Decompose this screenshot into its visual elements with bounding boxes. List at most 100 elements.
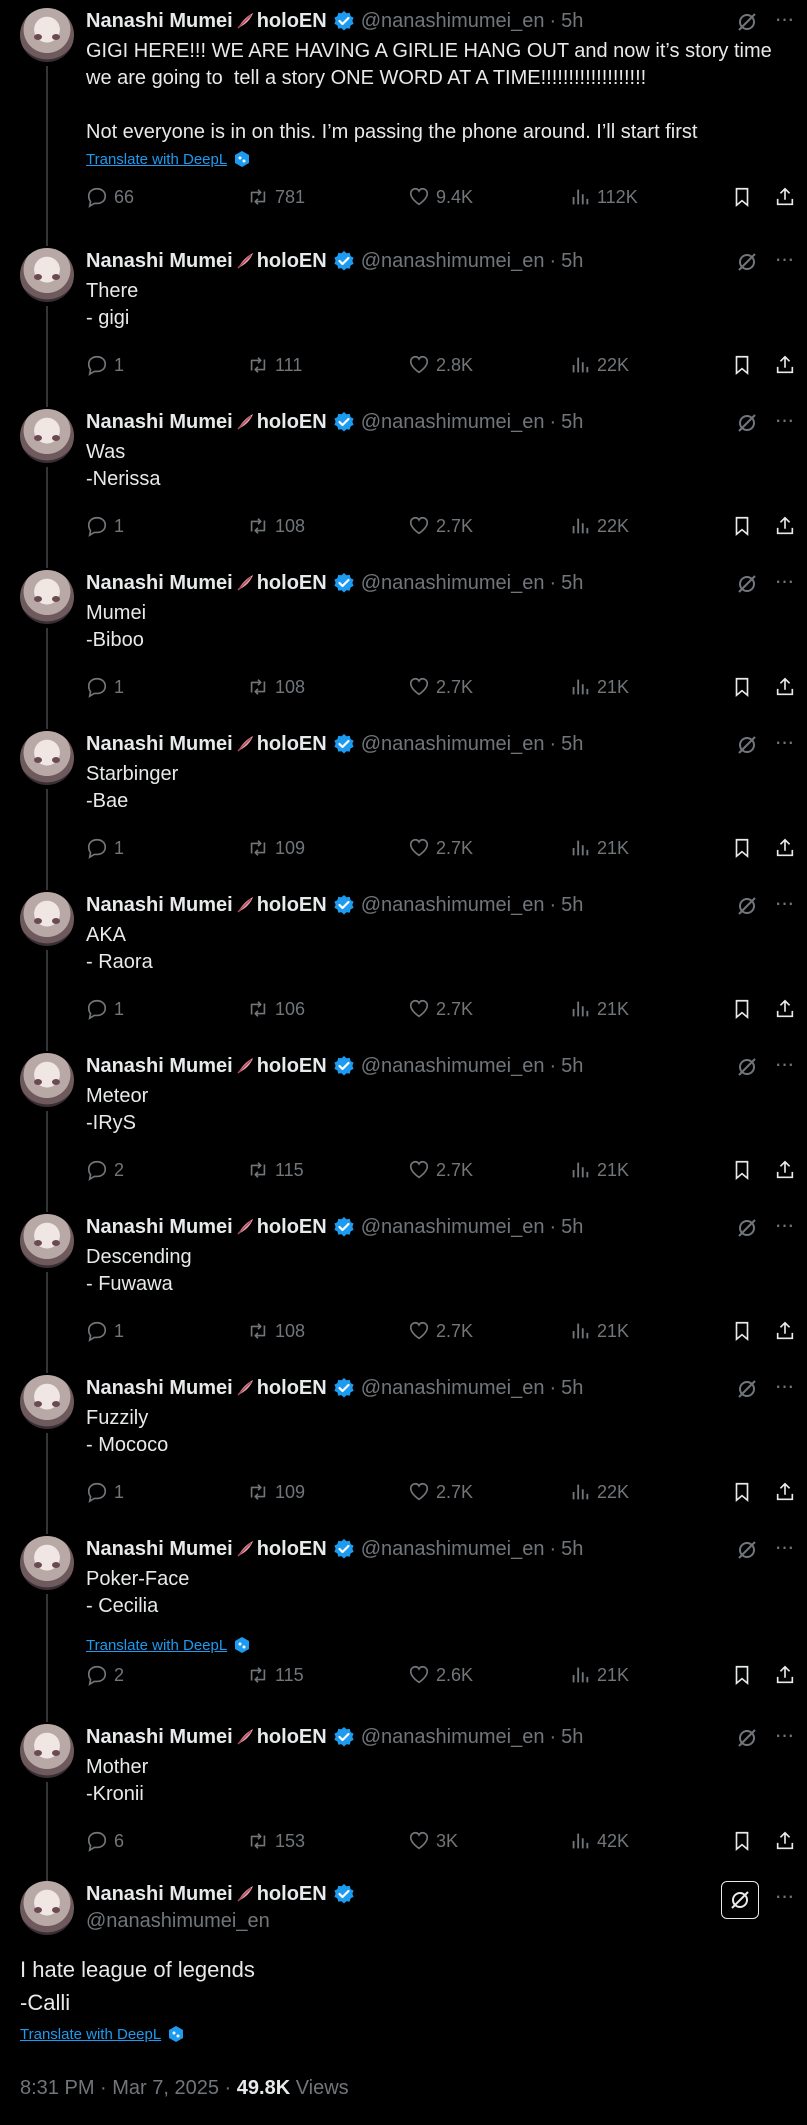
more-icon[interactable]: ··· <box>771 1724 797 1750</box>
author-suffix[interactable]: holoEN <box>257 1377 327 1400</box>
more-icon[interactable]: ··· <box>771 1375 797 1401</box>
avatar[interactable] <box>20 1536 74 1590</box>
translate-link[interactable]: Translate with DeepL <box>86 1636 251 1654</box>
tweet[interactable]: Nanashi Mumei holoEN @nanashimumei_en · 5h ··… <box>0 1367 807 1534</box>
tweet-time[interactable]: 5h <box>561 1216 583 1239</box>
grok-button[interactable] <box>735 733 759 757</box>
author-handle[interactable]: @nanashimumei_en <box>361 1055 545 1078</box>
author-suffix[interactable]: holoEN <box>257 1726 327 1749</box>
author-suffix[interactable]: holoEN <box>257 1538 327 1561</box>
retweet-button[interactable]: 109 <box>247 837 305 859</box>
author-handle[interactable]: @nanashimumei_en <box>361 1216 545 1239</box>
author-suffix[interactable]: holoEN <box>257 10 327 33</box>
more-icon[interactable]: ··· <box>771 1536 797 1562</box>
more-icon[interactable]: ··· <box>771 8 797 34</box>
bookmark-button[interactable] <box>731 837 753 859</box>
share-button[interactable] <box>774 515 796 537</box>
views-button[interactable]: 21K <box>569 676 629 698</box>
views-button[interactable]: 22K <box>569 1481 629 1503</box>
author-name[interactable]: Nanashi Mumei <box>86 1538 233 1561</box>
views-button[interactable]: 21K <box>569 1664 629 1686</box>
avatar[interactable] <box>20 731 74 785</box>
grok-button[interactable] <box>721 1881 759 1919</box>
share-button[interactable] <box>774 1830 796 1852</box>
reply-button[interactable]: 1 <box>86 515 124 537</box>
avatar[interactable] <box>20 1053 74 1107</box>
share-button[interactable] <box>774 676 796 698</box>
views-button[interactable]: 22K <box>569 515 629 537</box>
views-button[interactable]: 42K <box>569 1830 629 1852</box>
more-icon[interactable]: ··· <box>771 409 797 435</box>
reply-button[interactable]: 1 <box>86 837 124 859</box>
like-button[interactable]: 2.7K <box>408 676 473 698</box>
author-suffix[interactable]: holoEN <box>257 733 327 756</box>
bookmark-button[interactable] <box>731 354 753 376</box>
author-handle[interactable]: @nanashimumei_en <box>361 1538 545 1561</box>
more-icon[interactable]: ··· <box>771 570 797 596</box>
like-button[interactable]: 2.7K <box>408 1159 473 1181</box>
grok-button[interactable] <box>735 572 759 596</box>
share-button[interactable] <box>774 837 796 859</box>
avatar[interactable] <box>20 570 74 624</box>
bookmark-button[interactable] <box>731 1664 753 1686</box>
more-icon[interactable]: ··· <box>771 1214 797 1240</box>
share-button[interactable] <box>774 1320 796 1342</box>
tweet[interactable]: Nanashi Mumei holoEN @nanashimumei_en · 5h ··… <box>0 0 807 246</box>
share-button[interactable] <box>774 998 796 1020</box>
more-icon[interactable]: ··· <box>771 731 797 757</box>
translate-link[interactable]: Translate with DeepL <box>86 150 251 168</box>
grok-button[interactable] <box>735 1055 759 1079</box>
reply-button[interactable]: 1 <box>86 1481 124 1503</box>
like-button[interactable]: 9.4K <box>408 186 473 208</box>
grok-button[interactable] <box>735 1726 759 1750</box>
reply-button[interactable]: 1 <box>86 1320 124 1342</box>
like-button[interactable]: 2.6K <box>408 1664 473 1686</box>
tweet-time[interactable]: 5h <box>561 894 583 917</box>
more-icon[interactable]: ··· <box>771 1053 797 1079</box>
retweet-button[interactable]: 781 <box>247 186 305 208</box>
tweet[interactable]: Nanashi Mumei holoEN @nanashimumei_en · 5h ··… <box>0 723 807 890</box>
avatar[interactable] <box>20 1881 74 1935</box>
tweet[interactable]: Nanashi Mumei holoEN @nanashimumei_en · 5h ··… <box>0 1716 807 1883</box>
author-suffix[interactable]: holoEN <box>257 1216 327 1239</box>
tweet-time[interactable]: 5h <box>561 1377 583 1400</box>
retweet-button[interactable]: 153 <box>247 1830 305 1852</box>
like-button[interactable]: 2.7K <box>408 1481 473 1503</box>
author-name[interactable]: Nanashi Mumei <box>86 894 233 917</box>
reply-button[interactable]: 1 <box>86 676 124 698</box>
bookmark-button[interactable] <box>731 1320 753 1342</box>
author-handle[interactable]: @nanashimumei_en <box>86 1910 270 1933</box>
tweet-time[interactable]: 5h <box>561 10 583 33</box>
tweet[interactable]: Nanashi Mumei holoEN @nanashimumei_en · 5h ··… <box>0 1206 807 1373</box>
more-icon[interactable]: ··· <box>771 1885 797 1911</box>
retweet-button[interactable]: 106 <box>247 998 305 1020</box>
like-button[interactable]: 2.7K <box>408 1320 473 1342</box>
bookmark-button[interactable] <box>731 515 753 537</box>
tweet[interactable]: Nanashi Mumei holoEN @nanashimumei_en · 5h ··… <box>0 562 807 729</box>
author-suffix[interactable]: holoEN <box>257 572 327 595</box>
author-handle[interactable]: @nanashimumei_en <box>361 572 545 595</box>
grok-button[interactable] <box>735 411 759 435</box>
more-icon[interactable]: ··· <box>771 892 797 918</box>
tweet[interactable]: Nanashi Mumei holoEN @nanashimumei_en · 5h ··… <box>0 1045 807 1212</box>
bookmark-button[interactable] <box>731 1481 753 1503</box>
grok-button[interactable] <box>735 1377 759 1401</box>
author-name[interactable]: Nanashi Mumei <box>86 1055 233 1078</box>
author-suffix[interactable]: holoEN <box>257 894 327 917</box>
retweet-button[interactable]: 109 <box>247 1481 305 1503</box>
like-button[interactable]: 2.7K <box>408 837 473 859</box>
bookmark-button[interactable] <box>731 186 753 208</box>
tweet-time[interactable]: 5h <box>561 1055 583 1078</box>
author-handle[interactable]: @nanashimumei_en <box>361 10 545 33</box>
more-icon[interactable]: ··· <box>771 248 797 274</box>
avatar[interactable] <box>20 892 74 946</box>
tweet-time[interactable]: 5h <box>561 1538 583 1561</box>
avatar[interactable] <box>20 409 74 463</box>
author-handle[interactable]: @nanashimumei_en <box>361 250 545 273</box>
like-button[interactable]: 2.7K <box>408 998 473 1020</box>
views-button[interactable]: 112K <box>569 186 638 208</box>
author-handle[interactable]: @nanashimumei_en <box>361 733 545 756</box>
author-handle[interactable]: @nanashimumei_en <box>361 894 545 917</box>
retweet-button[interactable]: 108 <box>247 676 305 698</box>
bookmark-button[interactable] <box>731 1830 753 1852</box>
